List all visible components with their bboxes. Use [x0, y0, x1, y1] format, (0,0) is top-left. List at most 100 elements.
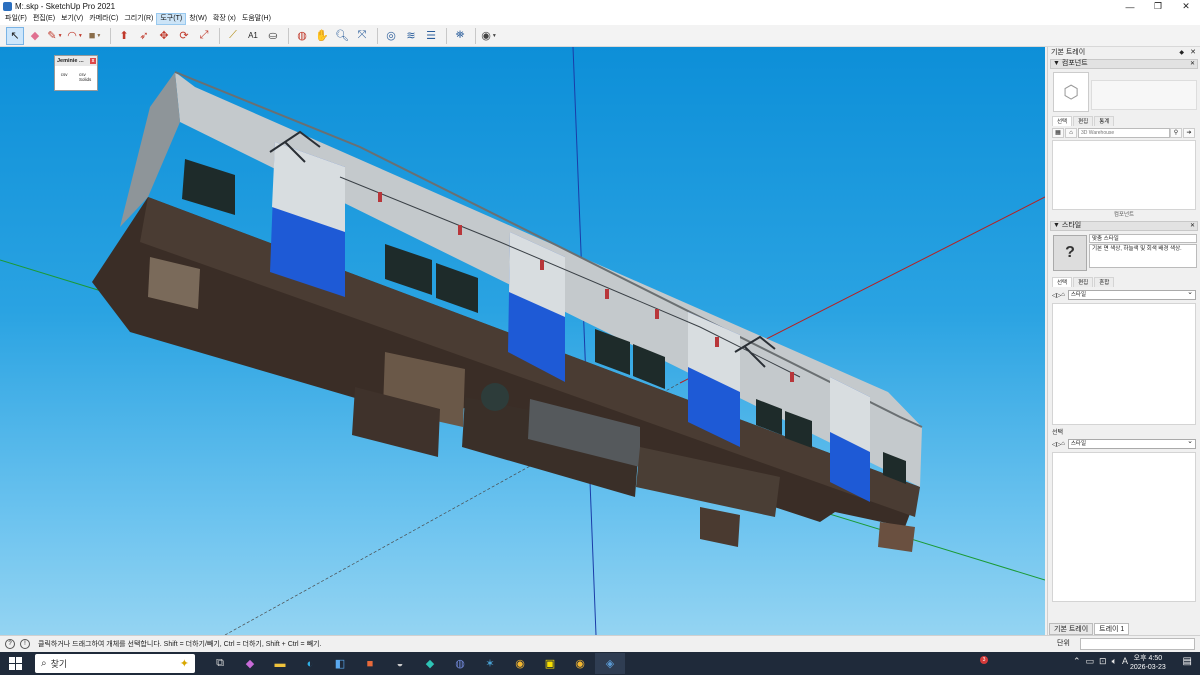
- shape-tool-icon[interactable]: ■ ▼: [86, 27, 104, 45]
- orbit-tool-icon[interactable]: ◍: [293, 27, 311, 45]
- toolbar-separator: [219, 27, 220, 44]
- model-viewport[interactable]: Jeminie ... x csv csv Solids: [0, 47, 1045, 635]
- csv-solids-button[interactable]: csv Solids: [79, 72, 91, 82]
- window-controls: — ❐ ✕: [1116, 0, 1200, 13]
- taskbar-clock[interactable]: 오후 4:50 2026-03-23: [1130, 654, 1166, 672]
- tab-mix[interactable]: 혼합: [1094, 277, 1115, 287]
- mix-collection-select[interactable]: 스타일: [1067, 438, 1196, 449]
- home-icon[interactable]: ⌂: [1061, 292, 1065, 298]
- menu-camera[interactable]: 카메라(C): [86, 13, 121, 25]
- follow-me-icon[interactable]: ➶: [135, 27, 153, 45]
- style-description-field[interactable]: 기본 면 색상, 하늘색 및 회색 배경 색상.: [1089, 244, 1197, 268]
- eraser-tool-icon[interactable]: ◆: [26, 27, 44, 45]
- minimize-button[interactable]: —: [1116, 0, 1144, 13]
- mix-styles-list[interactable]: [1052, 452, 1196, 602]
- search-icon: ⌕: [41, 658, 47, 669]
- copilot-icon[interactable]: ◆: [235, 653, 265, 674]
- style-name-field[interactable]: 맞춤 스타일: [1089, 234, 1197, 243]
- windows-start-icon[interactable]: [9, 656, 23, 671]
- menu-tools[interactable]: 도구(T): [156, 13, 187, 25]
- chrome-icon[interactable]: ◉: [565, 653, 595, 674]
- styles-collection-select[interactable]: 스타일: [1067, 289, 1196, 300]
- app-icon[interactable]: ◒: [385, 653, 415, 674]
- components-close-icon[interactable]: ✕: [1190, 60, 1195, 68]
- sketchup-app-icon: [3, 2, 12, 11]
- csv-export-button[interactable]: csv: [61, 72, 68, 82]
- paint-bucket-icon[interactable]: ⛀: [264, 27, 282, 45]
- zoom-extents-icon[interactable]: ⤧: [353, 27, 371, 45]
- layout-icon[interactable]: ☰: [422, 27, 440, 45]
- kakaotalk-icon[interactable]: ▣: [535, 653, 565, 674]
- push-pull-icon[interactable]: ⬆: [115, 27, 133, 45]
- app-icon[interactable]: ✶: [475, 653, 505, 674]
- pin-icon[interactable]: ◆: [1179, 48, 1184, 59]
- chrome-icon[interactable]: ◉: [505, 653, 535, 674]
- components-list[interactable]: [1052, 140, 1196, 210]
- home-icon[interactable]: ⌂: [1061, 441, 1065, 447]
- tape-measure-icon[interactable]: ⟋: [224, 27, 242, 45]
- edge-icon[interactable]: ◐: [295, 653, 325, 674]
- tab-statistics[interactable]: 통계: [1094, 116, 1115, 126]
- menu-help[interactable]: 도움말(H): [239, 13, 274, 25]
- account-icon[interactable]: ◉ ▼: [480, 27, 498, 45]
- search-icon[interactable]: ⚲: [1170, 128, 1182, 138]
- close-button[interactable]: ✕: [1172, 0, 1200, 13]
- menu-window[interactable]: 창(W): [186, 13, 210, 25]
- discord-icon[interactable]: ◍: [445, 653, 475, 674]
- status-message: 클릭하거나 드래그하여 개체를 선택합니다. Shift = 더하기/빼기, C…: [38, 641, 322, 648]
- tab-default-tray[interactable]: 기본 트레이: [1049, 623, 1094, 635]
- select-tool-icon[interactable]: ↖: [6, 26, 24, 45]
- csv-solids-sublabel: Solids: [78, 77, 92, 82]
- warehouse-search-input[interactable]: [1078, 128, 1170, 138]
- view-options-icon[interactable]: ▦: [1052, 128, 1064, 138]
- 3d-warehouse-icon[interactable]: ◎: [382, 27, 400, 45]
- menu-file[interactable]: 파일(F): [2, 13, 30, 25]
- tab-select[interactable]: 선택: [1052, 116, 1073, 126]
- maximize-button[interactable]: ❐: [1144, 0, 1172, 13]
- zoom-tool-icon[interactable]: 🔍︎: [333, 27, 351, 45]
- info-icon[interactable]: !: [20, 639, 30, 649]
- tab-tray-1[interactable]: 트레이 1: [1094, 623, 1130, 635]
- rotate-tool-icon[interactable]: ⟳: [175, 27, 193, 45]
- extension-warehouse-icon[interactable]: ≋: [402, 27, 420, 45]
- network-icon[interactable]: ▭: [1086, 656, 1095, 667]
- tray-close-icon[interactable]: ✕: [1190, 47, 1196, 58]
- measurement-input[interactable]: [1080, 638, 1195, 650]
- file-explorer-icon[interactable]: ▬: [265, 653, 295, 674]
- components-panel-header[interactable]: ▼ 컴포넌트 ✕: [1050, 59, 1198, 69]
- speaker-icon[interactable]: 🔈︎: [1112, 656, 1117, 667]
- pan-tool-icon[interactable]: ✋: [313, 27, 331, 45]
- tab-edit[interactable]: 편집: [1073, 116, 1094, 126]
- arc-tool-icon[interactable]: ◠ ▼: [66, 27, 84, 45]
- sketchup-taskbar-icon[interactable]: ◈: [595, 653, 625, 674]
- menu-extensions[interactable]: 확장 (x): [210, 13, 239, 25]
- chevron-up-icon[interactable]: ⌃: [1073, 656, 1081, 667]
- task-view-icon[interactable]: ⧉: [205, 653, 235, 674]
- home-icon[interactable]: ⌂: [1065, 128, 1077, 138]
- menu-edit[interactable]: 편집(E): [30, 13, 58, 25]
- scale-tool-icon[interactable]: ⤢: [195, 27, 213, 45]
- taskbar-search[interactable]: ⌕ 찾기 ✦: [35, 654, 195, 673]
- notification-center-icon[interactable]: ▤: [1183, 656, 1192, 667]
- menu-draw[interactable]: 그리기(R): [121, 13, 156, 25]
- details-arrow-icon[interactable]: ➔: [1183, 128, 1195, 138]
- app-tray-icon[interactable]: ⊡: [1099, 656, 1107, 667]
- app-icon[interactable]: ◆: [415, 653, 445, 674]
- extension-manager-icon[interactable]: ⛯: [451, 27, 469, 45]
- line-tool-icon[interactable]: ✎ ▼: [46, 27, 64, 45]
- office-icon[interactable]: ■: [355, 653, 385, 674]
- styles-panel-header[interactable]: ▼ 스타일 ✕: [1050, 221, 1198, 231]
- styles-close-icon[interactable]: ✕: [1190, 222, 1195, 230]
- plugin-close-icon[interactable]: x: [90, 58, 96, 64]
- train-model-scene: [0, 47, 1045, 635]
- tab-select[interactable]: 선택: [1052, 277, 1073, 287]
- toolbar-separator: [446, 27, 447, 44]
- styles-list[interactable]: [1052, 303, 1196, 425]
- store-icon[interactable]: ◧: [325, 653, 355, 674]
- ime-indicator[interactable]: A: [1122, 656, 1128, 667]
- geo-location-icon[interactable]: ?: [5, 639, 15, 649]
- menu-view[interactable]: 보기(V): [58, 13, 86, 25]
- tab-edit[interactable]: 편집: [1073, 277, 1094, 287]
- move-tool-icon[interactable]: ✥: [155, 27, 173, 45]
- text-tool-icon[interactable]: A1: [244, 27, 262, 45]
